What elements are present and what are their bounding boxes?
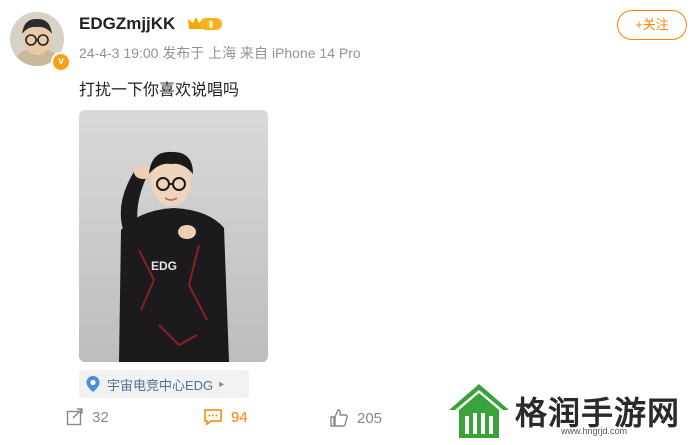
like-button[interactable]: 205 <box>329 408 382 428</box>
username[interactable]: EDGZmjjKK <box>79 14 175 34</box>
follow-button[interactable]: +关注 <box>617 10 687 40</box>
crown-rank-icon[interactable]: Ⅱ <box>186 14 224 34</box>
site-watermark: 格润手游网 www.hngrjd.com <box>445 380 689 442</box>
svg-text:EDG: EDG <box>151 259 177 273</box>
post-text: 打扰一下你喜欢说唱吗 <box>79 82 240 99</box>
repost-button[interactable]: 32 <box>66 408 109 426</box>
comment-icon <box>204 409 222 426</box>
comment-count: 94 <box>231 408 248 426</box>
house-logo-icon <box>449 384 509 438</box>
location-tag[interactable]: 宇宙电竞中心EDG ▸ <box>79 370 249 398</box>
watermark-url: www.hngrjd.com <box>561 426 628 436</box>
location-pin-icon <box>86 376 100 392</box>
photo-image: EDG <box>79 110 268 362</box>
location-label: 宇宙电竞中心EDG <box>107 377 214 393</box>
post-meta: 24-4-3 19:00 发布于 上海 来自 iPhone 14 Pro <box>79 45 361 61</box>
repost-icon <box>66 408 83 426</box>
verified-badge-icon: v <box>51 52 71 72</box>
like-icon <box>330 409 348 427</box>
chevron-right-icon: ▸ <box>219 378 225 390</box>
post-photo[interactable]: EDG <box>79 110 268 362</box>
like-count: 205 <box>357 409 383 427</box>
rank-badge-label: Ⅱ <box>209 20 213 30</box>
comment-button[interactable]: 94 <box>203 408 248 426</box>
repost-count: 32 <box>92 408 109 426</box>
